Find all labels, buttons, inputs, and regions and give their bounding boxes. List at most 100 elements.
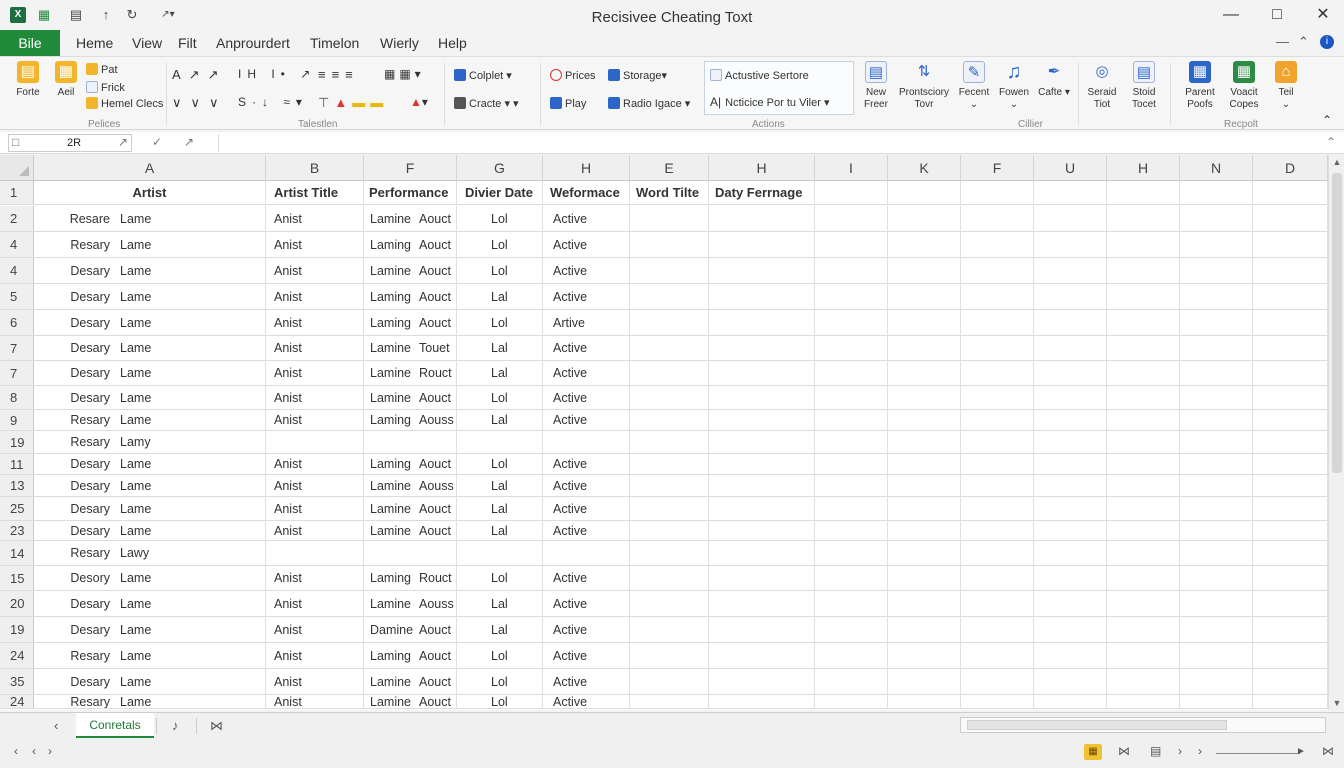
empty-cell[interactable] (815, 310, 888, 335)
empty-cell[interactable] (888, 591, 961, 616)
vertical-scrollbar[interactable]: ▲ ▼ (1328, 155, 1344, 710)
row-header[interactable]: 20 (0, 591, 34, 616)
empty-cell[interactable] (961, 431, 1034, 453)
empty-cell[interactable] (709, 232, 815, 257)
cell-f2[interactable] (414, 541, 457, 565)
cell-h[interactable] (543, 541, 630, 565)
empty-cell[interactable] (1180, 541, 1253, 565)
empty-cell[interactable] (1180, 521, 1253, 540)
empty-cell[interactable] (1180, 206, 1253, 231)
font-color-icon[interactable]: ▲▾ (410, 95, 428, 109)
empty-cell[interactable] (888, 669, 961, 694)
empty-cell[interactable] (709, 541, 815, 565)
cell-a2[interactable]: Lame (116, 521, 266, 540)
empty-cell[interactable] (961, 258, 1034, 283)
empty-cell[interactable] (1253, 643, 1328, 668)
cell-g[interactable]: Lal (457, 617, 543, 642)
cell-f1[interactable]: Laming (364, 643, 414, 668)
cell-f2[interactable]: Aouct (414, 284, 457, 309)
empty-cell[interactable] (1034, 497, 1107, 520)
empty-cell[interactable] (1180, 361, 1253, 385)
empty-cell[interactable] (630, 386, 709, 409)
cell-g[interactable]: Lol (457, 695, 543, 708)
cell-a2[interactable]: Lame (116, 410, 266, 430)
empty-cell[interactable] (1180, 284, 1253, 309)
empty-cell[interactable] (815, 206, 888, 231)
page-layout-icon[interactable]: ⋈ (1118, 744, 1130, 758)
ribbon-collapse-chevron-icon[interactable]: ⌃ (1322, 113, 1332, 127)
cell-h[interactable]: Active (543, 566, 630, 590)
empty-cell[interactable] (1253, 181, 1328, 204)
empty-cell[interactable] (815, 695, 888, 708)
cell-f2[interactable]: Aouct (414, 206, 457, 231)
empty-cell[interactable] (1034, 232, 1107, 257)
empty-cell[interactable] (888, 232, 961, 257)
fowen-button[interactable]: ♫ Fowen ⌄ (994, 61, 1034, 111)
empty-cell[interactable] (1034, 695, 1107, 708)
empty-cell[interactable] (961, 643, 1034, 668)
cell-a2[interactable]: Lame (116, 232, 266, 257)
empty-cell[interactable] (888, 410, 961, 430)
cell-f1[interactable]: Lamine (364, 521, 414, 540)
empty-cell[interactable] (1180, 695, 1253, 708)
empty-cell[interactable] (709, 431, 815, 453)
empty-cell[interactable] (1180, 643, 1253, 668)
cell-g[interactable]: Lol (457, 643, 543, 668)
row-header[interactable]: 24 (0, 643, 34, 668)
empty-cell[interactable] (1034, 310, 1107, 335)
header-cell[interactable]: Divier Date (457, 181, 543, 204)
empty-cell[interactable] (815, 541, 888, 565)
empty-cell[interactable] (709, 361, 815, 385)
empty-cell[interactable] (709, 566, 815, 590)
row-header[interactable]: 4 (0, 232, 34, 257)
empty-cell[interactable] (961, 541, 1034, 565)
empty-cell[interactable] (630, 591, 709, 616)
empty-cell[interactable] (709, 454, 815, 474)
cafte-button[interactable]: ✒ Cafte ▾ (1034, 61, 1074, 99)
row-header[interactable]: 35 (0, 669, 34, 694)
empty-cell[interactable] (815, 521, 888, 540)
menu-view[interactable]: View (132, 35, 162, 51)
paste-button[interactable]: ▤ Forte (8, 61, 48, 99)
empty-cell[interactable] (961, 284, 1034, 309)
empty-cell[interactable] (1107, 258, 1180, 283)
cell-a2[interactable]: Lame (116, 617, 266, 642)
zoom-slider-arrow-icon[interactable]: ► (1296, 746, 1306, 757)
empty-cell[interactable] (1107, 454, 1180, 474)
cell-a2[interactable]: Lawy (116, 541, 266, 565)
empty-cell[interactable] (815, 181, 888, 204)
empty-cell[interactable] (888, 284, 961, 309)
empty-cell[interactable] (709, 497, 815, 520)
empty-cell[interactable] (1253, 310, 1328, 335)
scroll-down-icon[interactable]: ▼ (1329, 696, 1344, 710)
empty-cell[interactable] (815, 232, 888, 257)
cell-b[interactable]: Anist (266, 591, 364, 616)
row-header[interactable]: 23 (0, 521, 34, 540)
empty-cell[interactable] (1107, 284, 1180, 309)
cell-h[interactable] (543, 431, 630, 453)
empty-cell[interactable] (1253, 695, 1328, 708)
empty-cell[interactable] (961, 181, 1034, 204)
empty-cell[interactable] (888, 206, 961, 231)
cell-b[interactable]: Anist (266, 475, 364, 496)
empty-cell[interactable] (709, 591, 815, 616)
horizontal-scrollbar[interactable] (960, 717, 1326, 733)
empty-cell[interactable] (1034, 361, 1107, 385)
row-header[interactable]: 8 (0, 386, 34, 409)
column-header-n[interactable]: N (1180, 155, 1253, 181)
cell-a1[interactable]: Resary (34, 643, 116, 668)
cell-h[interactable]: Active (543, 669, 630, 694)
cell-b[interactable]: Anist (266, 258, 364, 283)
teil-button[interactable]: ⌂ Teil ⌄ (1266, 61, 1306, 111)
cell-h[interactable]: Active (543, 454, 630, 474)
empty-cell[interactable] (630, 258, 709, 283)
empty-cell[interactable] (1180, 497, 1253, 520)
cell-b[interactable]: Anist (266, 361, 364, 385)
empty-cell[interactable] (630, 643, 709, 668)
empty-cell[interactable] (709, 336, 815, 360)
cell-f2[interactable]: Aouct (414, 521, 457, 540)
empty-cell[interactable] (1253, 521, 1328, 540)
font-format-buttons[interactable]: S·↓ ≈▾ (238, 95, 308, 109)
empty-cell[interactable] (961, 336, 1034, 360)
cell-a2[interactable]: Lamy (116, 431, 266, 453)
